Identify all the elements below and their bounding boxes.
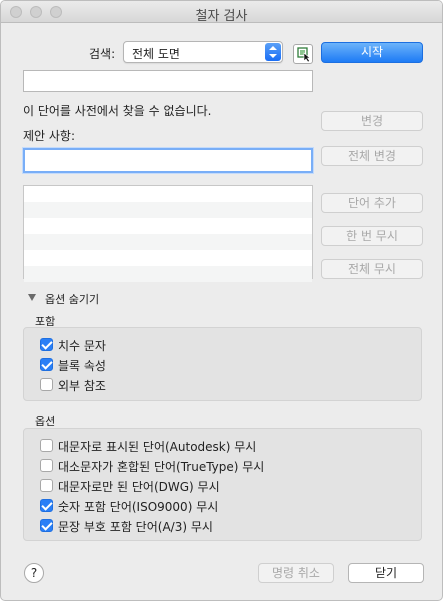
list-row bbox=[24, 250, 312, 266]
ignore-with-numbers-checkbox[interactable] bbox=[40, 499, 53, 512]
ignore-all-button[interactable]: 전체 무시 bbox=[321, 259, 423, 279]
list-row bbox=[24, 202, 312, 218]
checkbox-label: 외부 참조 bbox=[58, 379, 106, 393]
change-button[interactable]: 변경 bbox=[321, 111, 423, 131]
list-row bbox=[24, 218, 312, 234]
window-title: 철자 검사 bbox=[195, 9, 248, 24]
status-message: 이 단어를 사전에서 찾을 수 없습니다. bbox=[23, 104, 212, 118]
checkbox-label: 대문자로 표시된 단어(Autodesk) 무시 bbox=[58, 440, 257, 454]
checkbox-label: 대문자로만 된 단어(DWG) 무시 bbox=[58, 480, 220, 494]
select-objects-icon bbox=[297, 47, 311, 63]
start-button[interactable]: 시작 bbox=[321, 42, 423, 63]
include-xref-checkbox[interactable] bbox=[40, 378, 53, 391]
include-group: 치수 문자 블록 속성 외부 참조 bbox=[23, 327, 422, 401]
change-all-button[interactable]: 전체 변경 bbox=[321, 146, 423, 166]
disclosure-triangle-down-icon[interactable] bbox=[28, 294, 36, 301]
checkbox-label: 문장 부호 포함 단어(A/3) 무시 bbox=[58, 520, 213, 534]
help-button[interactable]: ? bbox=[24, 563, 44, 583]
close-button[interactable]: 닫기 bbox=[348, 563, 424, 583]
suggestion-input[interactable] bbox=[23, 148, 313, 173]
cancel-command-button[interactable]: 명령 취소 bbox=[258, 563, 334, 583]
include-dimension-text-checkbox[interactable] bbox=[40, 338, 53, 351]
add-word-button[interactable]: 단어 추가 bbox=[321, 193, 423, 213]
ignore-uppercase-checkbox[interactable] bbox=[40, 479, 53, 492]
list-row bbox=[24, 186, 312, 202]
search-scope-value: 전체 도면 bbox=[132, 47, 180, 61]
title-bar: 철자 검사 bbox=[1, 1, 442, 24]
search-scope-select[interactable]: 전체 도면 bbox=[123, 41, 283, 63]
suggestions-label: 제안 사항: bbox=[23, 129, 76, 143]
include-block-attributes-checkbox[interactable] bbox=[40, 358, 53, 371]
ignore-capitalized-checkbox[interactable] bbox=[40, 439, 53, 452]
ignore-once-button[interactable]: 한 번 무시 bbox=[321, 226, 423, 246]
current-word-field[interactable] bbox=[23, 70, 313, 92]
select-objects-button[interactable] bbox=[293, 44, 313, 64]
options-group-label: 옵션 bbox=[35, 415, 56, 428]
search-label: 검색: bbox=[89, 47, 116, 61]
ignore-mixed-case-checkbox[interactable] bbox=[40, 459, 53, 472]
checkbox-label: 숫자 포함 단어(ISO9000) 무시 bbox=[58, 500, 219, 514]
options-group: 대문자로 표시된 단어(Autodesk) 무시 대소문자가 혼합된 단어(Tr… bbox=[23, 428, 422, 541]
spelling-check-dialog: 철자 검사 검색: 전체 도면 시작 이 단어를 사전에서 찾을 수 없습니다.… bbox=[0, 0, 443, 601]
checkbox-label: 치수 문자 bbox=[58, 339, 106, 353]
list-row bbox=[24, 234, 312, 250]
list-row bbox=[24, 266, 312, 282]
options-toggle[interactable]: 옵션 숨기기 bbox=[45, 291, 99, 307]
checkbox-label: 블록 속성 bbox=[58, 359, 106, 373]
up-down-chevron-icon bbox=[265, 43, 281, 61]
suggestions-list[interactable] bbox=[23, 185, 313, 282]
checkbox-label: 대소문자가 혼합된 단어(TrueType) 무시 bbox=[58, 460, 265, 474]
ignore-with-punctuation-checkbox[interactable] bbox=[40, 519, 53, 532]
